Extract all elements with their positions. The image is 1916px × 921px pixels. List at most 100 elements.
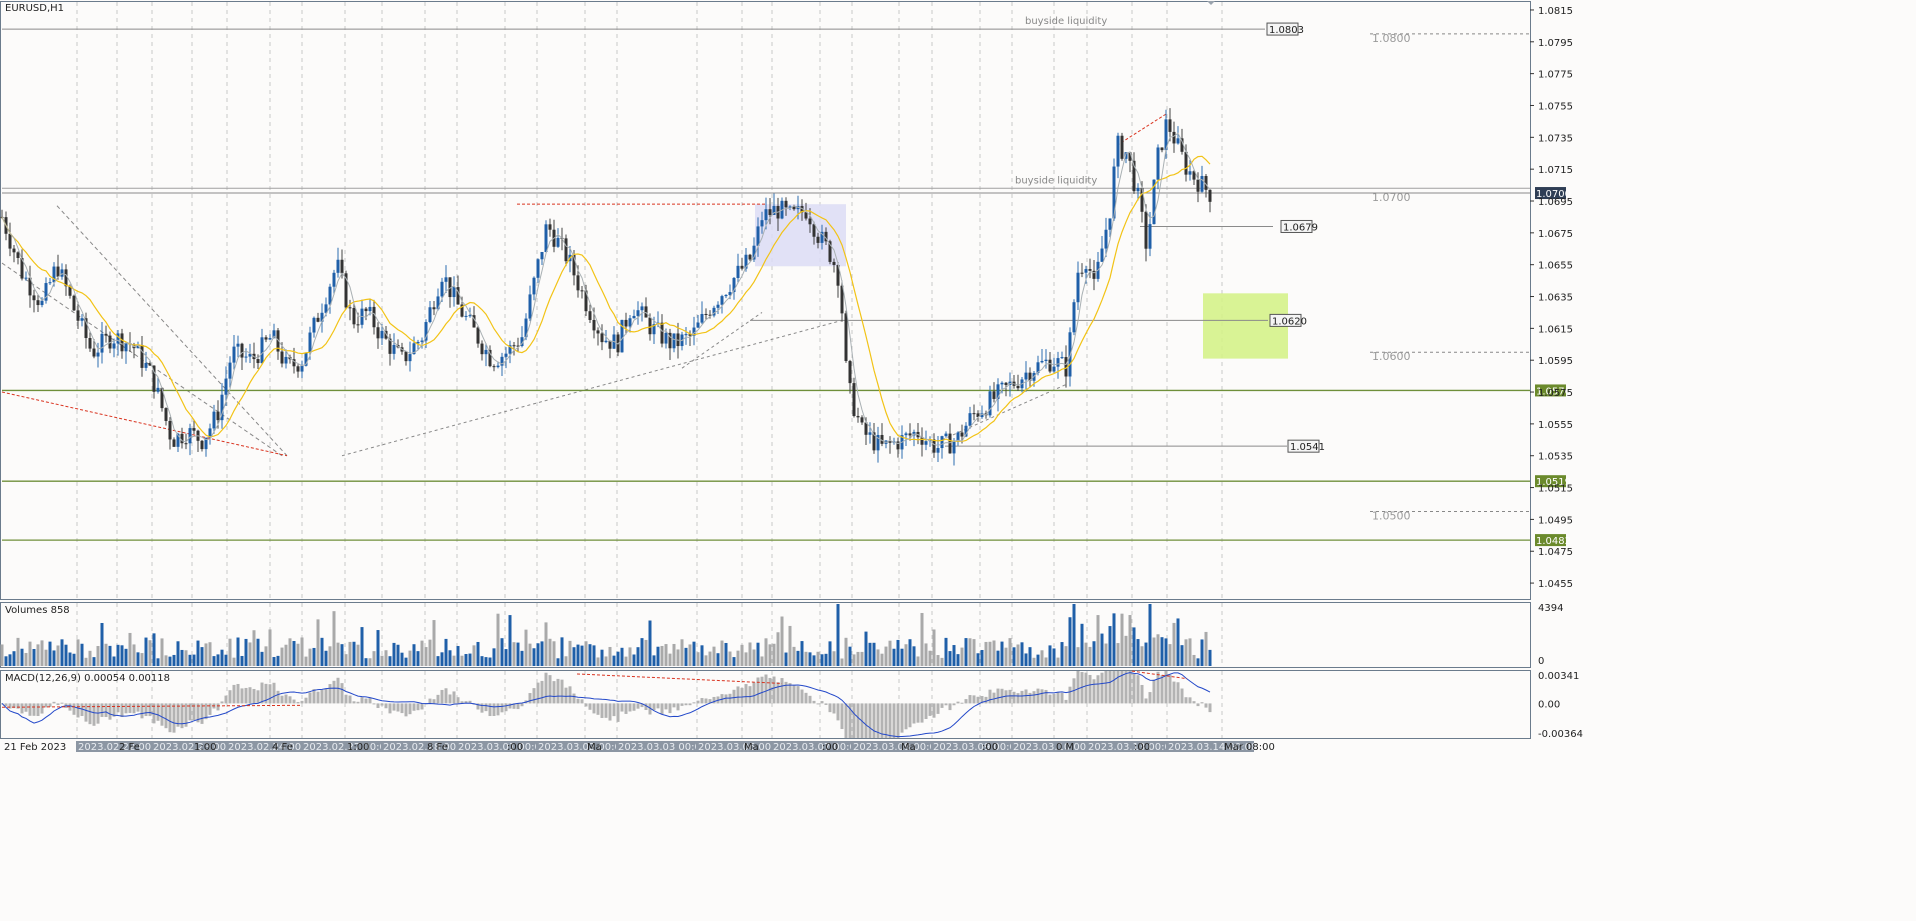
macd-histogram-bar [1148, 692, 1152, 704]
macd-histogram-bar [612, 703, 616, 717]
volume-bar [940, 657, 944, 666]
volume-bar [516, 642, 520, 666]
volume-bar [860, 651, 864, 666]
x-axis-label: :00 [1134, 742, 1150, 753]
candle-body [256, 359, 260, 364]
volume-bar [268, 629, 272, 666]
macd-histogram-bar [36, 703, 40, 717]
macd-histogram-bar [964, 699, 968, 704]
macd-histogram-bar [872, 703, 876, 738]
volume-bar [1140, 646, 1144, 666]
symbol-title: EURUSD,H1 [5, 3, 64, 14]
candle-body [924, 441, 928, 445]
candle-body [268, 338, 272, 340]
price-label-text: 1.0620 [1272, 316, 1307, 327]
macd-tick-label: 0.00 [1538, 699, 1560, 710]
candle-body [704, 313, 708, 315]
macd-histogram-bar [772, 676, 776, 704]
volume-bar [488, 657, 492, 666]
volume-bar [596, 657, 600, 666]
candle-body [532, 277, 536, 295]
macd-histogram-bar [1000, 688, 1004, 704]
macd-histogram-bar [284, 694, 288, 704]
candle-body [496, 365, 500, 368]
volume-bar [724, 642, 728, 666]
candle-body [428, 307, 432, 323]
volume-bar [1004, 647, 1008, 666]
volume-bar [380, 655, 384, 666]
macd-histogram-bar [16, 703, 20, 709]
volume-bar [1068, 617, 1072, 666]
macd-histogram-bar [976, 696, 980, 704]
macd-histogram-bar [296, 701, 300, 704]
y-tick-label: 1.0615 [1538, 324, 1573, 335]
macd-histogram-bar [20, 703, 24, 714]
candle-body [1108, 218, 1112, 230]
volume-bar [1168, 644, 1172, 666]
macd-histogram-bar [604, 703, 608, 718]
volume-bar [1132, 627, 1136, 666]
macd-histogram-bar [680, 703, 684, 706]
volume-bar [1080, 623, 1084, 666]
volume-bar [920, 612, 924, 666]
volume-bar [876, 649, 880, 666]
volume-bar [392, 642, 396, 666]
macd-histogram-bar [1156, 671, 1160, 704]
volume-bar [44, 649, 48, 666]
volume-bar [112, 656, 116, 666]
y-tick-label: 1.0675 [1538, 229, 1573, 240]
chart-canvas[interactable]: 1.08001.07001.06001.0500 buyside liquidi… [0, 0, 1916, 921]
volume-bar [1088, 646, 1092, 666]
x-axis-label: Ma [587, 742, 602, 753]
candle-body [76, 310, 80, 321]
volume-bar [272, 657, 276, 666]
macd-histogram-bar [580, 699, 584, 704]
x-axis-date-label: 2023.03.13 00:00 [1088, 742, 1177, 753]
candle-body [740, 265, 744, 269]
candle-body [908, 433, 912, 436]
candle-body [608, 340, 612, 349]
volume-bar [1040, 650, 1044, 666]
volume-bar [248, 642, 252, 666]
macd-histogram-bar [252, 688, 256, 704]
candle-body [1196, 179, 1200, 192]
volume-bar [744, 652, 748, 666]
candle-body [452, 287, 456, 298]
candle-body [960, 432, 964, 437]
macd-histogram-bar [616, 703, 620, 722]
macd-histogram-bar [492, 703, 496, 716]
volume-bar [404, 657, 408, 666]
candle-body [172, 439, 176, 447]
macd-histogram-bar [600, 703, 604, 718]
volume-bar [784, 652, 788, 666]
candle-body [40, 300, 44, 306]
candle-body [944, 433, 948, 437]
volume-bar [276, 655, 280, 666]
macd-histogram-bar [544, 672, 548, 704]
candle-body [340, 259, 344, 274]
macd-histogram-bar [1184, 697, 1188, 704]
candle-body [528, 294, 532, 319]
volume-bar [504, 649, 508, 666]
candle-body [1160, 147, 1164, 151]
volume-bar [344, 654, 348, 666]
y-tick-label: 1.0595 [1538, 356, 1573, 367]
macd-histogram-bar [960, 702, 964, 704]
round-level-label: 1.0800 [1372, 32, 1411, 45]
macd-histogram-bar [244, 687, 248, 704]
macd-tick-label: 0.00341 [1538, 671, 1579, 682]
x-axis-label: Ma [901, 742, 916, 753]
candle-body [260, 337, 264, 364]
candle-body [60, 269, 64, 277]
candle-body [1000, 382, 1004, 385]
volume-bar [356, 644, 360, 666]
x-axis-date-label: 2023.03.08 00:00 [853, 742, 942, 753]
y-tick-label: 1.0695 [1538, 197, 1573, 208]
macd-histogram-bar [444, 688, 448, 704]
candle-body [512, 345, 516, 347]
macd-histogram-bar [1104, 671, 1108, 704]
volume-bar [568, 640, 572, 666]
volume-bar [916, 656, 920, 666]
candle-body [808, 218, 812, 225]
macd-histogram-bar [408, 703, 412, 715]
